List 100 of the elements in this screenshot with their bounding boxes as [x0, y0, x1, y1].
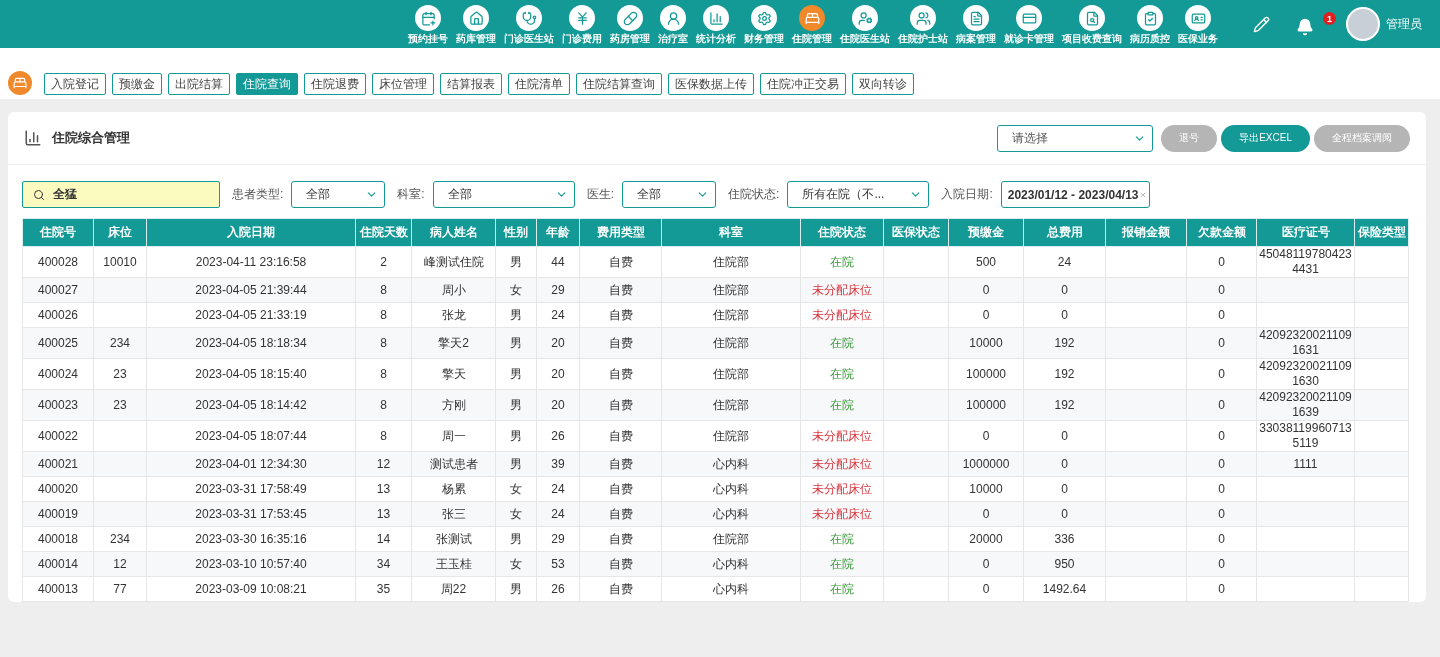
date-range-field[interactable]: 2023/01/12 - 2023/04/13: [1000, 181, 1150, 208]
tab[interactable]: 出院结算: [168, 73, 230, 95]
table-cell: 2023-04-05 18:18:34: [195, 335, 307, 350]
filter-label: 入院日期:: [941, 186, 993, 203]
table-cell: 周22: [440, 581, 467, 596]
table-cell: 2023-04-05 21:33:19: [195, 307, 307, 322]
nav-item[interactable]: 统计分析: [693, 2, 739, 46]
table-cell: 0: [982, 307, 990, 322]
column-header: 性别: [495, 218, 537, 247]
status-text: 在院: [830, 335, 854, 350]
nav-item[interactable]: 治疗室: [655, 2, 691, 46]
table-cell: 29: [551, 531, 565, 546]
table-cell: 26: [551, 428, 565, 443]
status-text: 未分配床位: [812, 282, 872, 297]
bell-icon[interactable]: [1296, 18, 1314, 36]
column-header: 住院天数: [355, 218, 412, 247]
table-cell: 2023-03-30 16:35:16: [195, 531, 307, 546]
table-cell: 420923200211091639: [1259, 390, 1352, 419]
table-cell: 0: [1218, 531, 1225, 546]
select-field[interactable]: 所有在院（不...: [787, 181, 930, 208]
action-button[interactable]: 导出EXCEL: [1221, 124, 1310, 152]
table-cell: 44: [551, 254, 565, 269]
status-text: 未分配床位: [812, 506, 872, 521]
table-cell: 张三: [441, 506, 466, 521]
nav-item[interactable]: 药库管理: [453, 2, 499, 46]
table-cell: 400024: [37, 366, 78, 381]
person-icon: [660, 5, 686, 31]
table-cell: 0: [1218, 282, 1225, 297]
table-cell: 336: [1054, 531, 1075, 546]
user-name[interactable]: 管理员: [1386, 15, 1422, 33]
tab[interactable]: 床位管理: [372, 73, 434, 95]
table-cell: 20: [551, 397, 565, 412]
nav-item[interactable]: 住院护士站: [895, 2, 951, 46]
tab[interactable]: 住院退费: [304, 73, 366, 95]
nav-item[interactable]: 住院医生站: [837, 2, 893, 46]
status-text: 在院: [830, 581, 854, 596]
nav-item[interactable]: 住院管理: [789, 2, 835, 46]
nav-item[interactable]: 门诊医生站: [501, 2, 557, 46]
table-cell: 男: [510, 254, 522, 269]
table-cell: 13: [376, 506, 391, 521]
tab[interactable]: 入院登记: [44, 73, 106, 95]
table-cell: 杨累: [441, 481, 466, 496]
table-cell: 住院部: [713, 428, 749, 443]
select-field[interactable]: 全部: [291, 181, 386, 208]
nav-item[interactable]: 医保业务: [1175, 2, 1221, 46]
nav-item[interactable]: 病历质控: [1127, 2, 1173, 46]
nav-item[interactable]: 财务管理: [741, 2, 787, 46]
yen-icon: [569, 5, 595, 31]
card-icon: [1016, 5, 1042, 31]
clear-icon[interactable]: [1138, 190, 1147, 199]
nav-item[interactable]: 项目收费查询: [1059, 2, 1125, 46]
table-cell: 自费: [608, 506, 633, 521]
tab[interactable]: 住院结算查询: [576, 73, 662, 95]
nav-item[interactable]: 病案管理: [953, 2, 999, 46]
table-cell: 男: [510, 456, 522, 471]
column-header: 床位: [93, 218, 147, 247]
table-cell: 擎天: [441, 366, 466, 381]
table-cell: 192: [1054, 366, 1075, 381]
tab[interactable]: 住院清单: [508, 73, 570, 95]
pencil-icon[interactable]: [1253, 15, 1270, 33]
table-cell: 男: [510, 428, 522, 443]
select-field[interactable]: 全部: [622, 181, 717, 208]
table-cell: 35: [376, 581, 391, 596]
table-cell: 测试患者: [429, 456, 478, 471]
tab[interactable]: 预缴金: [112, 73, 162, 95]
tab[interactable]: 住院查询: [236, 73, 298, 95]
tab[interactable]: 结算报表: [440, 73, 502, 95]
tab[interactable]: 医保数据上传: [668, 73, 754, 95]
select-field[interactable]: 全部: [432, 181, 575, 208]
nav-item[interactable]: 就诊卡管理: [1001, 2, 1057, 46]
table-cell: 8: [380, 335, 387, 350]
table-cell: 500: [976, 254, 996, 269]
search-field[interactable]: 全猛: [22, 181, 220, 208]
table-cell: 自费: [608, 307, 633, 322]
status-text: 未分配床位: [812, 456, 872, 471]
column-header: 科室: [661, 218, 801, 247]
nav-item[interactable]: 门诊费用: [559, 2, 605, 46]
table-cell: 12: [113, 556, 127, 571]
column-header: 费用类型: [579, 218, 662, 247]
table-cell: 8: [380, 282, 387, 297]
table-cell: 0: [1061, 456, 1068, 471]
nav-item[interactable]: 预约挂号: [405, 2, 451, 46]
table-cell: 0: [1218, 556, 1225, 571]
select-field[interactable]: 请选择: [997, 124, 1154, 152]
table-cell: 8: [380, 428, 387, 443]
table-cell: 400026: [37, 307, 78, 322]
column-header: 总费用: [1023, 218, 1106, 247]
avatar[interactable]: [1346, 7, 1380, 41]
table-cell: 234: [110, 335, 130, 350]
table-cell: 10010: [103, 254, 137, 269]
table-cell: 26: [551, 581, 565, 596]
table-cell: 400021: [37, 456, 78, 471]
tab[interactable]: 双向转诊: [852, 73, 914, 95]
column-header: 欠款金额: [1186, 218, 1257, 247]
tab[interactable]: 住院冲正交易: [760, 73, 846, 95]
filter-label: 科室:: [397, 186, 425, 203]
table-cell: 400022: [37, 428, 78, 443]
column-header: 医保状态: [883, 218, 949, 247]
table-cell: 自费: [608, 254, 633, 269]
nav-item[interactable]: 药房管理: [607, 2, 653, 46]
